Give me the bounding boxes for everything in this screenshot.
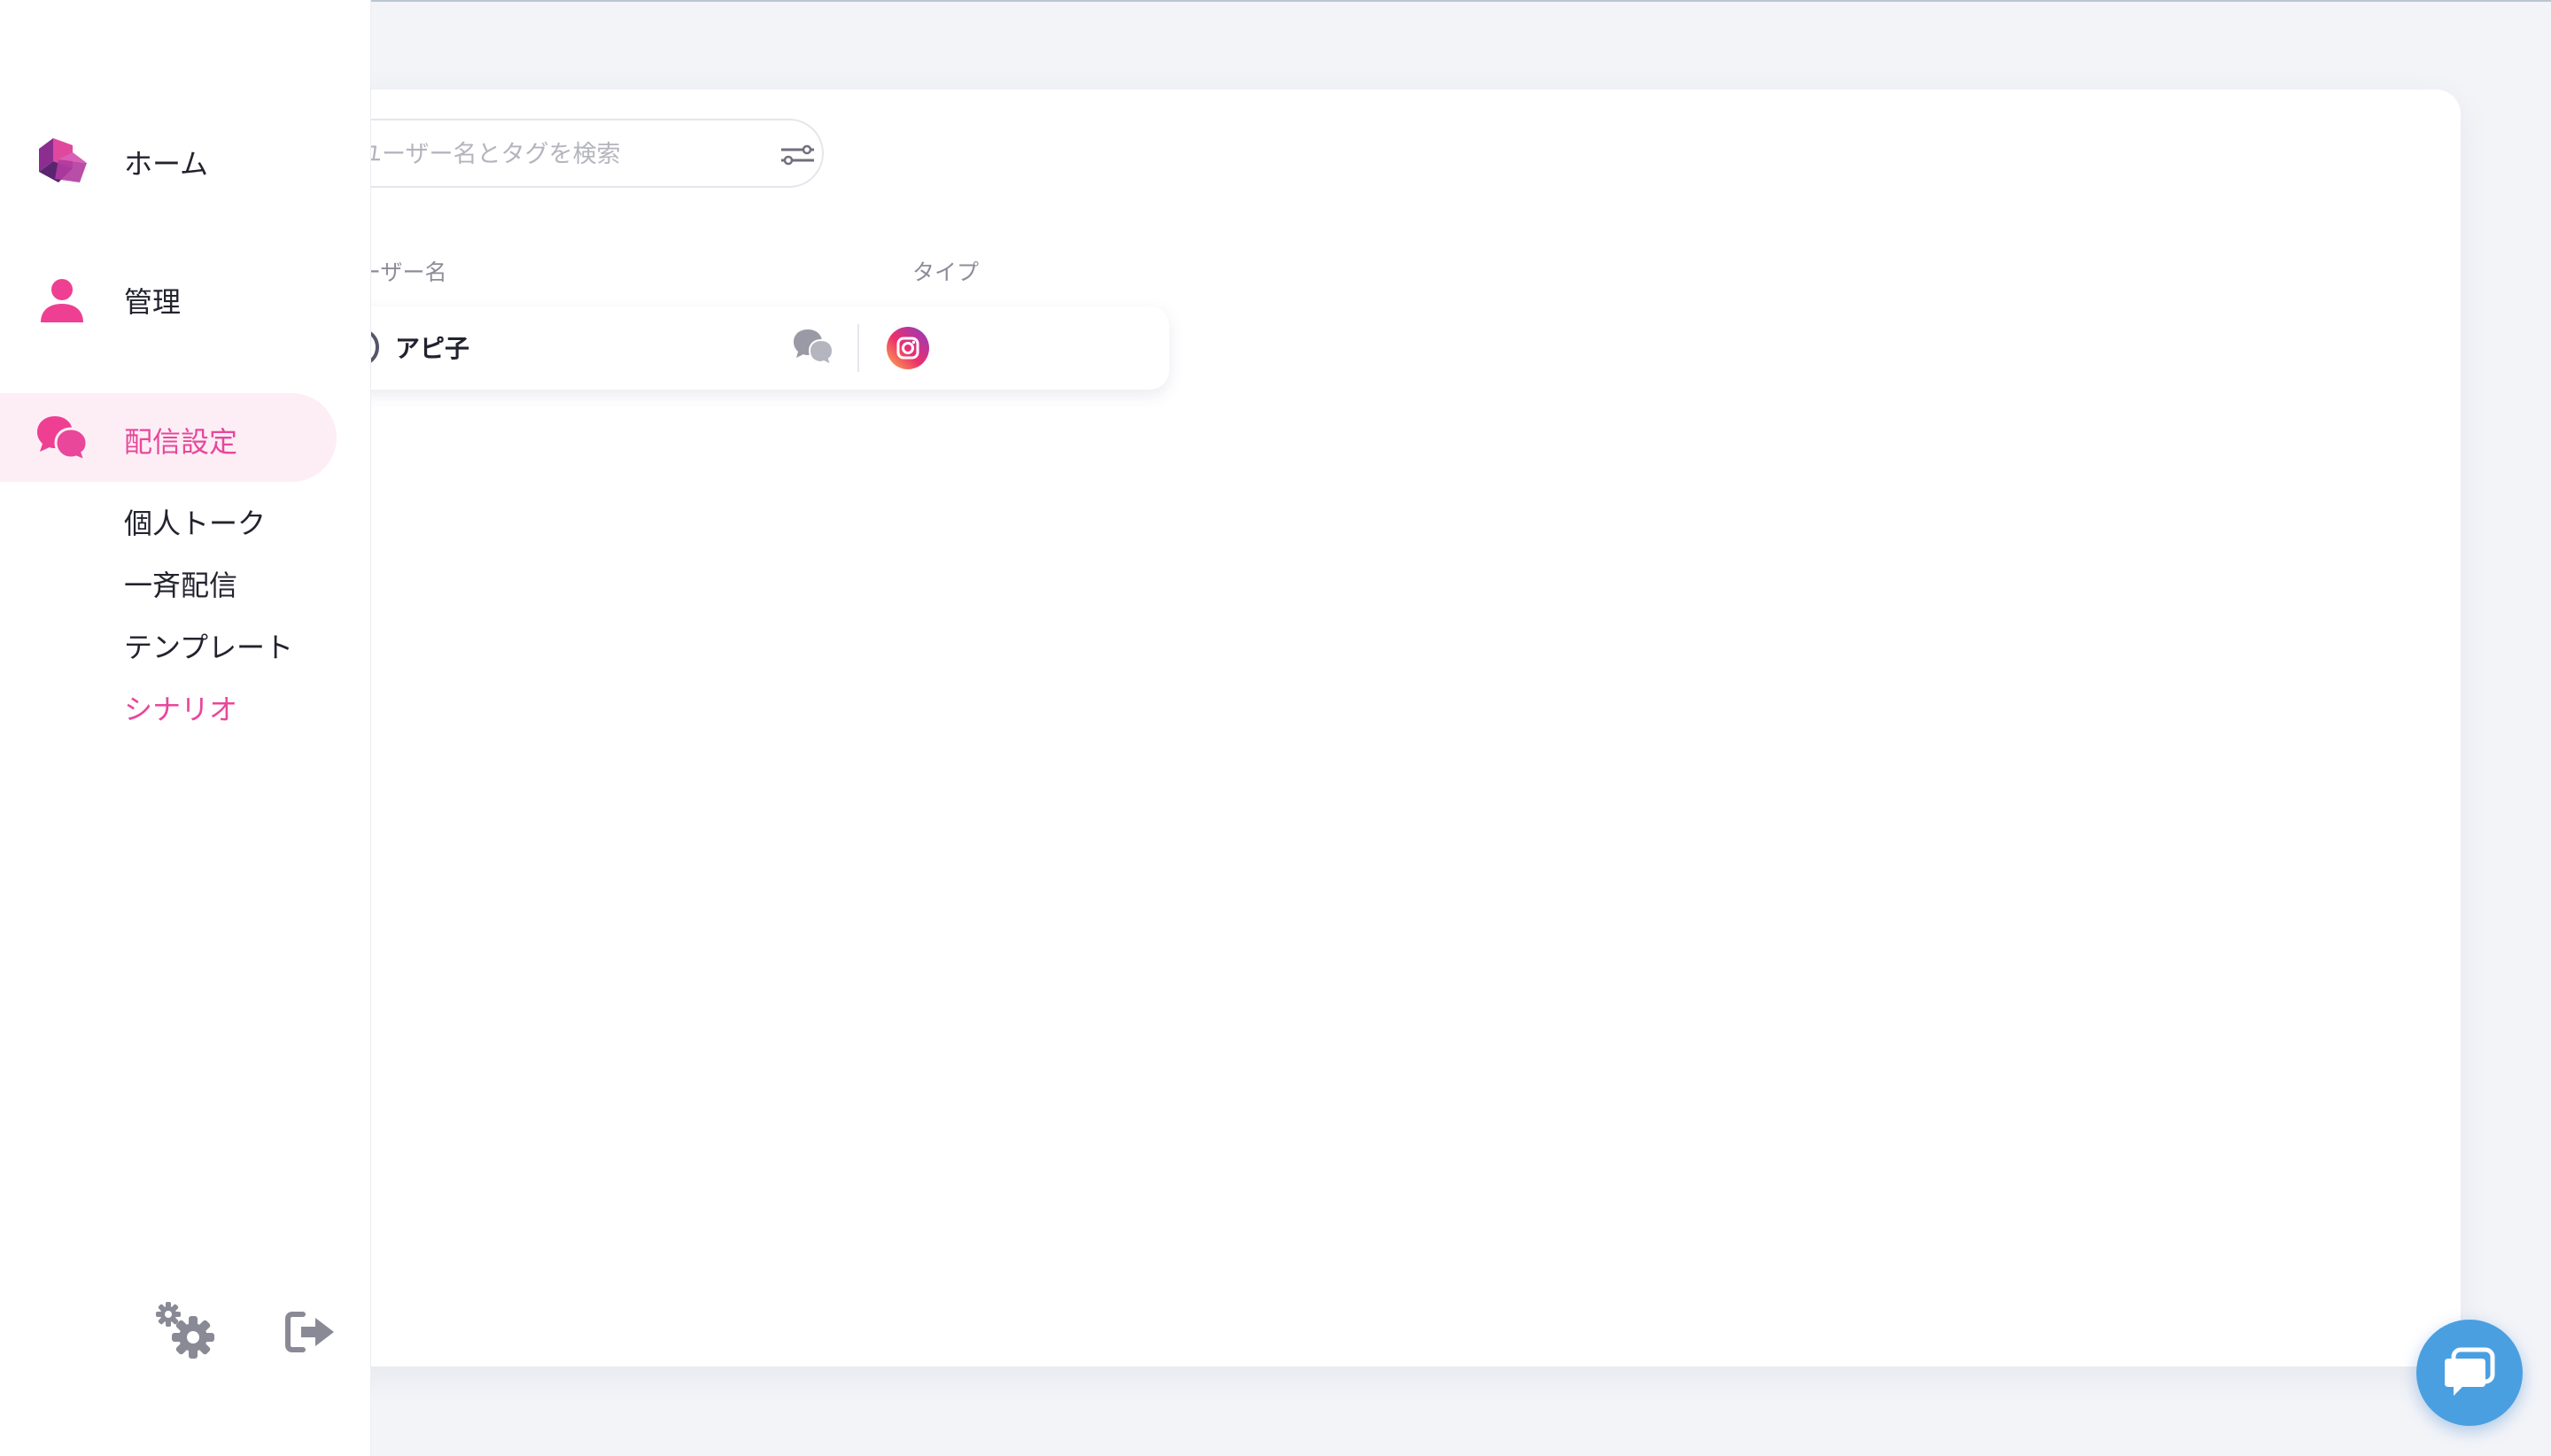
user-name: アピ子	[395, 334, 470, 363]
column-header-type: タイプ	[912, 259, 980, 285]
sidebar-item-label: 管理	[124, 285, 182, 319]
sidebar-item-home[interactable]: ホーム	[0, 115, 337, 204]
user-icon	[41, 279, 83, 322]
chat-bubbles-icon	[37, 416, 89, 463]
sidebar-item-label: 配信設定	[124, 425, 238, 459]
sidebar-subitem-template[interactable]: テンプレート	[124, 625, 293, 666]
sidebar-item-delivery-settings[interactable]: 配信設定	[0, 393, 337, 482]
row-divider	[857, 324, 859, 372]
chat-support-icon	[2445, 1347, 2495, 1396]
sidebar-item-label: ホーム	[124, 147, 209, 181]
logout-icon[interactable]	[285, 1311, 337, 1353]
content-panel	[266, 89, 2461, 1367]
chat-bubbles-icon[interactable]	[792, 328, 834, 367]
logo-cube-icon	[39, 138, 87, 182]
table-row[interactable]: アピ子	[266, 306, 1169, 390]
sidebar: ホーム 管理 配信設定 個人トーク 一斉配信 テンプレート シナリオ	[0, 0, 371, 1456]
gears-icon[interactable]	[154, 1302, 218, 1360]
sidebar-item-management[interactable]: 管理	[0, 253, 337, 342]
instagram-icon	[887, 327, 929, 369]
sidebar-subitem-personal-talk[interactable]: 個人トーク	[124, 501, 266, 542]
top-border	[0, 0, 2551, 2]
sidebar-subitem-scenario[interactable]: シナリオ	[124, 687, 237, 728]
filter-sliders-icon[interactable]	[779, 142, 815, 168]
sidebar-subitem-broadcast[interactable]: 一斉配信	[124, 563, 237, 604]
support-chat-button[interactable]	[2416, 1320, 2523, 1426]
search-input[interactable]	[356, 135, 749, 174]
